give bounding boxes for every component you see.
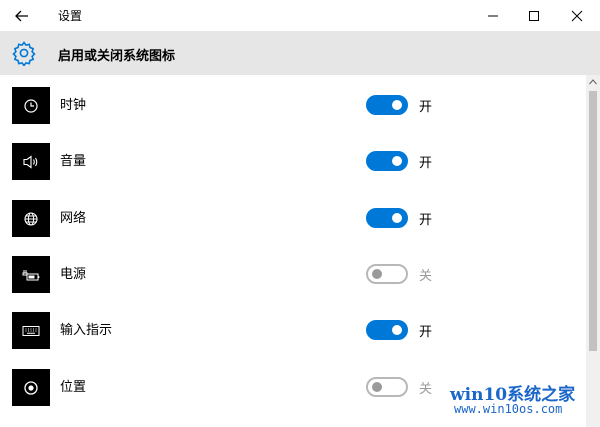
page-title: 启用或关闭系统图标 bbox=[58, 49, 176, 64]
maximize-button[interactable] bbox=[511, 0, 557, 31]
minimize-button[interactable] bbox=[470, 0, 516, 31]
minimize-icon bbox=[488, 15, 498, 16]
window-title: 设置 bbox=[58, 9, 83, 23]
toggle-switch[interactable] bbox=[366, 208, 408, 228]
clock-icon bbox=[12, 87, 50, 124]
battery-plug-icon bbox=[12, 256, 50, 293]
toggle-state: 开 bbox=[419, 156, 433, 171]
toggle-switch[interactable] bbox=[366, 95, 408, 115]
scrollbar-thumb[interactable] bbox=[589, 91, 597, 351]
toggle-knob bbox=[392, 156, 402, 166]
vertical-scrollbar[interactable] bbox=[586, 75, 600, 427]
toggle-knob bbox=[392, 325, 402, 335]
volume-icon bbox=[12, 143, 50, 180]
item-label: 电源 bbox=[60, 267, 87, 282]
toggle-state: 开 bbox=[419, 325, 433, 340]
gear-icon bbox=[11, 40, 37, 67]
toggle-state: 开 bbox=[419, 100, 433, 115]
title-bar: 设置 bbox=[0, 0, 600, 31]
page-header: 启用或关闭系统图标 bbox=[0, 31, 600, 75]
system-icon-list: 时钟 开 音量 开 网络 开 电源 关 输入指示 开 位置 关 bbox=[0, 75, 586, 427]
toggle-switch[interactable] bbox=[366, 320, 408, 340]
arrow-left-icon[interactable] bbox=[10, 6, 34, 26]
list-item-location: 位置 关 bbox=[0, 357, 586, 413]
globe-icon bbox=[12, 200, 50, 237]
list-item-input-indicator: 输入指示 开 bbox=[0, 300, 586, 356]
item-label: 音量 bbox=[60, 154, 87, 169]
item-label: 输入指示 bbox=[60, 323, 113, 338]
item-label: 位置 bbox=[60, 380, 87, 395]
close-button[interactable] bbox=[554, 0, 600, 31]
location-icon bbox=[12, 369, 50, 406]
toggle-switch[interactable] bbox=[366, 377, 408, 397]
maximize-icon bbox=[529, 10, 539, 21]
toggle-state: 关 bbox=[419, 269, 433, 284]
item-label: 时钟 bbox=[60, 98, 87, 113]
scroll-up-arrow-icon[interactable] bbox=[586, 75, 600, 89]
toggle-switch[interactable] bbox=[366, 151, 408, 171]
keyboard-icon bbox=[12, 312, 50, 349]
close-icon bbox=[571, 10, 583, 21]
toggle-knob bbox=[372, 269, 382, 279]
item-label: 网络 bbox=[60, 211, 87, 226]
list-item-network: 网络 开 bbox=[0, 188, 586, 244]
toggle-switch[interactable] bbox=[366, 264, 408, 284]
list-item-clock: 时钟 开 bbox=[0, 75, 586, 131]
toggle-state: 关 bbox=[419, 382, 433, 397]
list-item-volume: 音量 开 bbox=[0, 131, 586, 187]
toggle-knob bbox=[392, 100, 402, 110]
toggle-knob bbox=[392, 213, 402, 223]
toggle-knob bbox=[372, 382, 382, 392]
toggle-state: 开 bbox=[419, 213, 433, 228]
list-item-power: 电源 关 bbox=[0, 244, 586, 300]
